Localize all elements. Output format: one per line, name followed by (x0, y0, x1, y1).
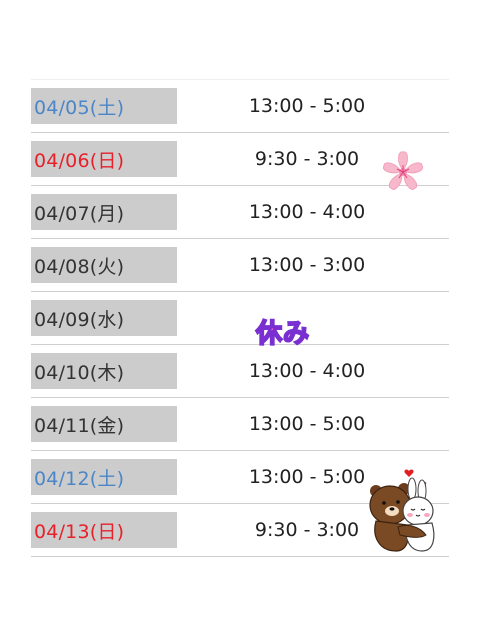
date-label: 04/11(金) (31, 406, 177, 442)
schedule-row: 04/09(水) (31, 292, 449, 345)
bear-and-bunny-sticker (369, 469, 435, 552)
hours-label: 9:30 - 3:00 (254, 519, 360, 541)
hours-label: 13:00 - 4:00 (248, 360, 366, 382)
date-label: 04/06(日) (31, 141, 177, 177)
schedule-row: 04/10(木) 13:00 - 4:00 (31, 345, 449, 398)
closed-label: 休み (255, 318, 311, 350)
date-label: 04/13(日) (31, 512, 177, 548)
date-label: 04/08(火) (31, 247, 177, 283)
cherry-blossom-icon (382, 151, 424, 190)
date-label: 04/12(土) (31, 459, 177, 495)
schedule-row: 04/08(火) 13:00 - 3:00 (31, 239, 449, 292)
date-label: 04/07(月) (31, 194, 177, 230)
hours-label: 9:30 - 3:00 (254, 148, 360, 170)
schedule-row: 04/11(金) 13:00 - 5:00 (31, 398, 449, 451)
hours-label: 13:00 - 5:00 (248, 95, 366, 117)
schedule-page: 04/05(土) 13:00 - 5:00 04/06(日) 9:30 - 3:… (0, 0, 480, 640)
hours-label: 13:00 - 5:00 (248, 413, 366, 435)
date-label: 04/10(木) (31, 353, 177, 389)
hours-label: 13:00 - 5:00 (248, 466, 366, 488)
date-label: 04/09(水) (31, 300, 177, 336)
date-label: 04/05(土) (31, 88, 177, 124)
schedule-row: 04/05(土) 13:00 - 5:00 (31, 80, 449, 133)
hours-label: 13:00 - 3:00 (248, 254, 366, 276)
hours-label: 13:00 - 4:00 (248, 201, 366, 223)
